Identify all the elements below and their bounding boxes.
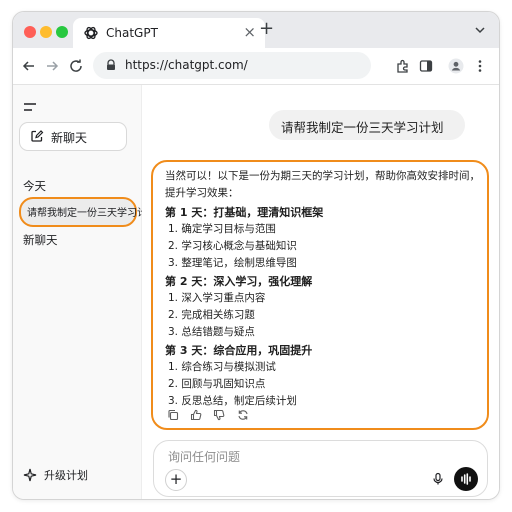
sparkle-icon bbox=[23, 468, 37, 482]
copy-icon[interactable] bbox=[167, 409, 179, 421]
upgrade-plan-button[interactable]: 升级计划 bbox=[23, 466, 133, 484]
url-text: https://chatgpt.com/ bbox=[125, 58, 248, 72]
plan-list-item: 3. 总结错题与疑点 bbox=[168, 326, 255, 338]
tab-strip: ChatGPT × + bbox=[13, 12, 499, 48]
plan-list-item: 1. 确定学习目标与范围 bbox=[168, 223, 276, 235]
voice-mode-button[interactable] bbox=[454, 467, 478, 491]
plan-list-item: 2. 学习核心概念与基础知识 bbox=[168, 240, 297, 252]
new-chat-label: 新聊天 bbox=[51, 131, 88, 145]
site-info-icon[interactable] bbox=[105, 59, 117, 71]
attach-button[interactable]: + bbox=[165, 469, 187, 491]
new-chat-button[interactable]: 新聊天 bbox=[19, 122, 127, 151]
sidebar-item-study-plan[interactable]: 请帮我制定一份三天学习计划 bbox=[19, 197, 157, 227]
chat-main: 请帮我制定一份三天学习计划 当然可以！以下是一份为期三天的学习计划，帮助你高效安… bbox=[142, 85, 499, 499]
extensions-icon[interactable] bbox=[395, 58, 411, 74]
day-heading: 第 1 天：打基础，理清知识框架 bbox=[165, 206, 324, 219]
forward-arrow-icon[interactable] bbox=[44, 58, 60, 74]
tab-search-chevron-icon[interactable] bbox=[472, 22, 488, 38]
day-heading: 第 3 天：综合应用，巩固提升 bbox=[165, 344, 313, 357]
browser-window: ChatGPT × + https://chatgpt.com/ 新聊天 今天 … bbox=[12, 11, 500, 500]
tab-title: ChatGPT bbox=[106, 26, 158, 40]
openai-logo-icon bbox=[84, 26, 98, 40]
tab-close-icon[interactable]: × bbox=[243, 23, 256, 41]
thumbs-up-icon[interactable] bbox=[190, 409, 202, 421]
sidebar: 新聊天 今天 请帮我制定一份三天学习计划 新聊天 升级计划 bbox=[13, 85, 157, 499]
assistant-message: 当然可以！以下是一份为期三天的学习计划，帮助你高效安排时间，提升学习效果： 第 … bbox=[151, 160, 489, 430]
audio-waveform-icon bbox=[461, 473, 471, 485]
message-composer: 询问任何问题 + bbox=[153, 440, 488, 497]
upgrade-plan-label: 升级计划 bbox=[44, 469, 88, 482]
side-panel-icon[interactable] bbox=[418, 58, 434, 74]
regenerate-icon[interactable] bbox=[237, 409, 249, 421]
microphone-icon[interactable] bbox=[431, 472, 445, 486]
address-bar[interactable]: https://chatgpt.com/ bbox=[93, 52, 371, 79]
more-menu-icon[interactable] bbox=[472, 58, 488, 74]
prompt-input[interactable]: 询问任何问题 bbox=[168, 448, 240, 465]
plan-list-item: 3. 整理笔记，绘制思维导图 bbox=[168, 257, 297, 269]
tab-chatgpt[interactable]: ChatGPT × bbox=[73, 18, 265, 48]
close-window-button[interactable] bbox=[24, 26, 36, 38]
history-section-today: 今天 bbox=[23, 179, 46, 193]
plan-list-item: 2. 完成相关练习题 bbox=[168, 309, 255, 321]
reload-icon[interactable] bbox=[68, 58, 84, 74]
plan-list-item: 1. 综合练习与模拟测试 bbox=[168, 361, 276, 373]
plan-list-item: 2. 回顾与巩固知识点 bbox=[168, 378, 266, 390]
sidebar-item-label: 请帮我制定一份三天学习计划 bbox=[27, 208, 157, 219]
minimize-window-button[interactable] bbox=[40, 26, 52, 38]
assistant-message-body: 当然可以！以下是一份为期三天的学习计划，帮助你高效安排时间，提升学习效果： 第 … bbox=[165, 168, 481, 410]
profile-avatar-icon[interactable] bbox=[448, 58, 464, 74]
user-message-bubble: 请帮我制定一份三天学习计划 bbox=[269, 110, 465, 140]
thumbs-down-icon[interactable] bbox=[213, 409, 225, 421]
plan-list-item: 1. 深入学习重点内容 bbox=[168, 292, 266, 304]
assistant-intro: 当然可以！以下是一份为期三天的学习计划，帮助你高效安排时间，提升学习效果： bbox=[165, 170, 480, 199]
sidebar-toggle-icon[interactable] bbox=[22, 100, 38, 114]
compose-icon bbox=[31, 130, 44, 142]
new-tab-button[interactable]: + bbox=[259, 18, 274, 39]
maximize-window-button[interactable] bbox=[56, 26, 68, 38]
back-arrow-icon[interactable] bbox=[21, 58, 37, 74]
plan-list-item: 3. 反思总结，制定后续计划 bbox=[168, 395, 297, 407]
browser-toolbar: https://chatgpt.com/ bbox=[13, 48, 499, 85]
day-heading: 第 2 天：深入学习，强化理解 bbox=[165, 275, 313, 288]
user-message-text: 请帮我制定一份三天学习计划 bbox=[281, 120, 444, 135]
sidebar-item-new-chat[interactable]: 新聊天 bbox=[23, 232, 58, 248]
